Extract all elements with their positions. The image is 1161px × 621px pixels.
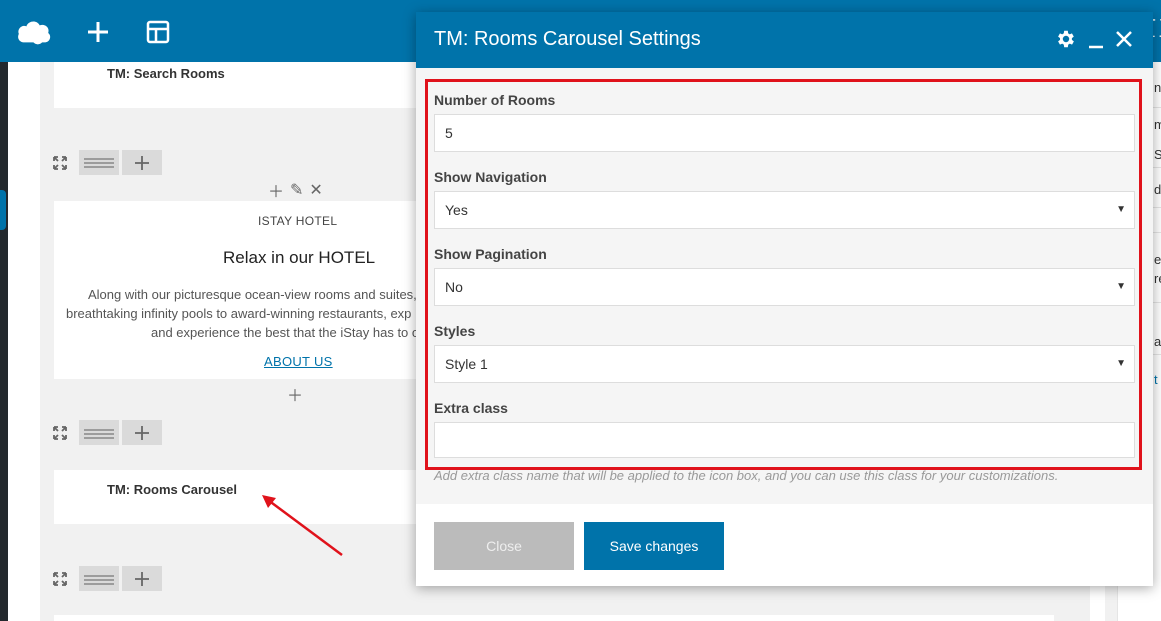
side-link[interactable]: t [1154, 372, 1158, 387]
modal-title: TM: Rooms Carousel Settings [434, 28, 701, 50]
save-changes-button[interactable]: Save changes [584, 522, 724, 570]
side-text: re [1154, 271, 1161, 286]
show-pagination-select[interactable]: No ▼ [434, 268, 1135, 306]
side-text: d [1154, 182, 1161, 197]
extra-class-input[interactable] [434, 422, 1135, 458]
close-button[interactable]: Close [434, 522, 574, 570]
number-of-rooms-label: Number of Rooms [434, 92, 556, 108]
modal-header: TM: Rooms Carousel Settings [416, 12, 1153, 68]
side-text: Sl [1154, 147, 1161, 162]
show-navigation-select[interactable]: Yes ▼ [434, 191, 1135, 229]
number-of-rooms-value: 5 [445, 125, 453, 141]
close-icon[interactable] [1115, 30, 1133, 48]
show-navigation-value: Yes [445, 202, 468, 218]
number-of-rooms-input[interactable]: 5 [434, 114, 1135, 152]
show-pagination-value: No [445, 279, 463, 295]
side-text: a [1154, 334, 1161, 349]
show-pagination-label: Show Pagination [434, 246, 547, 262]
styles-label: Styles [434, 323, 476, 339]
extra-class-label: Extra class [434, 400, 508, 416]
minimize-icon[interactable] [1087, 28, 1105, 50]
chevron-down-icon: ▼ [1116, 358, 1126, 369]
gear-icon[interactable] [1055, 28, 1077, 50]
chevron-down-icon: ▼ [1116, 204, 1126, 215]
chevron-down-icon: ▼ [1116, 281, 1126, 292]
side-text: m [1154, 117, 1161, 132]
styles-select[interactable]: Style 1 ▼ [434, 345, 1135, 383]
side-text: ne [1154, 80, 1161, 95]
show-navigation-label: Show Navigation [434, 169, 547, 185]
styles-value: Style 1 [445, 356, 488, 372]
modal-header-controls [1055, 28, 1133, 50]
extra-class-hint: Add extra class name that will be applie… [434, 468, 1059, 483]
side-text: ee [1154, 252, 1161, 267]
